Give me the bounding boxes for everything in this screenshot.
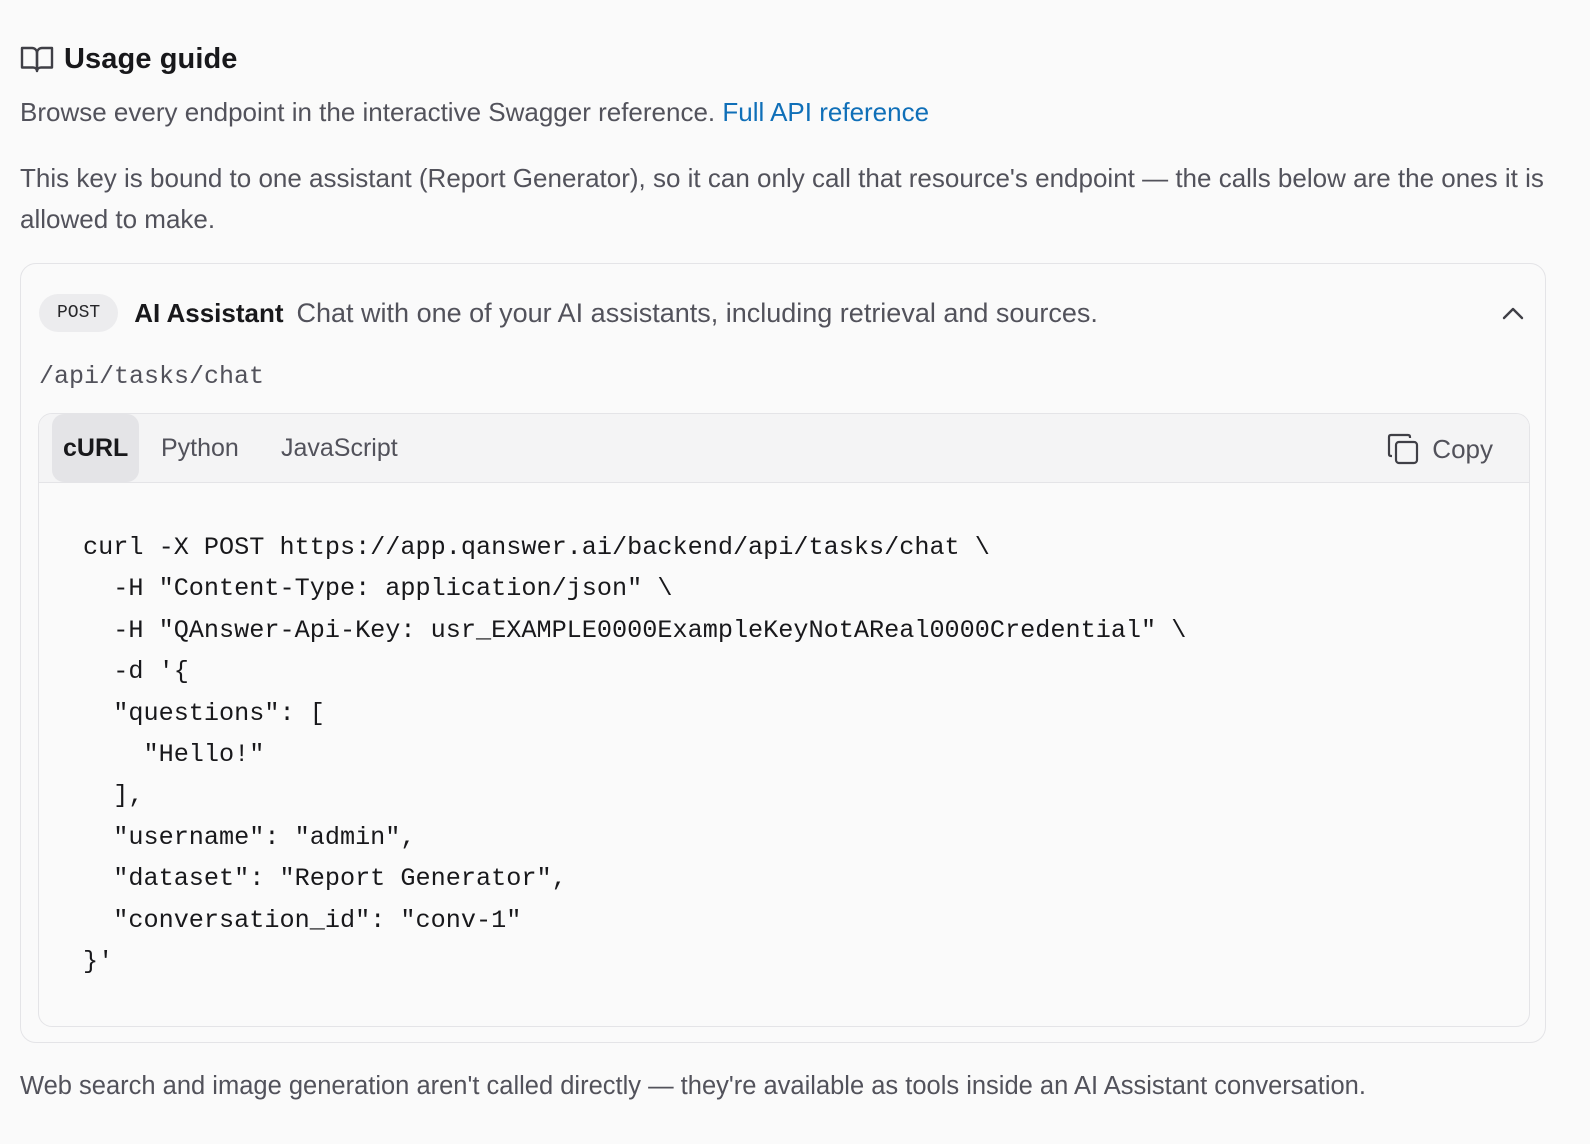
code-language-tabs: cURL Python JavaScript Copy — [39, 414, 1529, 483]
code-line: curl -X POST https://app.qanswer.ai/back… — [83, 533, 990, 562]
code-line: ], — [83, 781, 144, 811]
tab-python[interactable]: Python — [161, 414, 239, 482]
endpoint-header[interactable]: POST AI Assistant Chat with one of your … — [39, 293, 1098, 333]
endpoint-card: POST AI Assistant Chat with one of your … — [20, 263, 1546, 1043]
chevron-up-icon — [1502, 307, 1524, 320]
book-open-icon — [20, 42, 54, 76]
intro-text: Browse every endpoint in the interactive… — [20, 97, 716, 127]
copy-icon — [1388, 433, 1419, 465]
endpoint-name: AI Assistant — [134, 297, 284, 328]
tab-javascript[interactable]: JavaScript — [281, 414, 398, 482]
page-title: Usage guide — [64, 42, 238, 75]
copy-label: Copy — [1432, 433, 1493, 464]
code-line: }' — [83, 947, 114, 977]
code-line: "conversation_id": "conv-1" — [83, 905, 522, 935]
endpoint-description: Chat with one of your AI assistants, inc… — [296, 297, 1098, 328]
usage-guide-header: Usage guide — [20, 38, 238, 80]
code-line: "questions": [ — [83, 698, 325, 728]
code-line: -H "Content-Type: application/json" \ — [83, 574, 673, 604]
code-line: "username": "admin", — [83, 822, 416, 852]
code-line: "Hello!" — [83, 740, 265, 770]
key-scope-note: This key is bound to one assistant (Repo… — [20, 163, 1544, 234]
code-line: -H "QAnswer-Api-Key: usr_EXAMPLE0000Exam… — [83, 615, 1187, 645]
tools-footnote: Web search and image generation aren't c… — [20, 1072, 1366, 1100]
code-line: "dataset": "Report Generator", — [83, 864, 567, 894]
endpoint-path: /api/tasks/chat — [39, 362, 265, 391]
http-method-badge: POST — [39, 294, 119, 332]
code-sample-panel: cURL Python JavaScript Copy curl -X POST… — [38, 413, 1530, 1027]
code-line: -d '{ — [83, 657, 189, 687]
full-api-reference-link[interactable]: Full API reference — [722, 97, 929, 127]
intro-paragraph: Browse every endpoint in the interactive… — [20, 93, 929, 131]
tab-curl[interactable]: cURL — [52, 414, 140, 482]
collapse-button[interactable] — [1499, 299, 1527, 327]
code-block: curl -X POST https://app.qanswer.ai/back… — [83, 527, 1186, 982]
copy-button[interactable]: Copy — [1386, 430, 1493, 468]
